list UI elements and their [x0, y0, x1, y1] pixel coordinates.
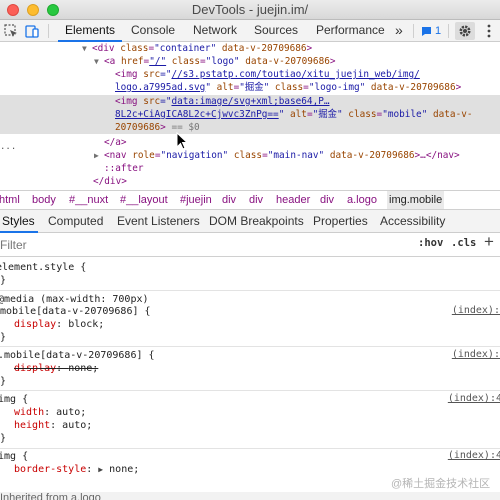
watermark-text: @稀土掘金技术社区 [391, 478, 491, 490]
tab-sources[interactable]: Sources [254, 20, 298, 42]
breadcrumb-item[interactable]: #juejin [180, 191, 212, 209]
rule-selector: img { [0, 394, 29, 405]
dom-node-img-mobile-cont[interactable]: 8L2c+CiAgICA8L2c+Cjwvc3ZnPg==" alt="掘金" … [0, 108, 500, 121]
window-titlebar: DevTools - juejin.im/ [0, 0, 500, 20]
tab-elements[interactable]: Elements [58, 20, 123, 42]
tab-performance[interactable]: Performance [316, 20, 385, 42]
rule-source-link[interactable]: (index):4 [448, 450, 500, 461]
dom-node-a-logo[interactable]: ▼ <a href="/" class="logo" data-v-2070968… [0, 55, 500, 68]
style-declaration[interactable]: height: auto; [14, 419, 92, 432]
dom-node-img-mobile-end[interactable]: 20709686> == $0 [0, 121, 500, 134]
style-rule-mobile-display-block[interactable]: @media (max-width: 700px) .mobile[data-v… [0, 291, 500, 347]
device-toolbar-icon[interactable] [24, 22, 40, 40]
breadcrumb-item[interactable]: #__nuxt [69, 191, 108, 209]
toolbar-divider [48, 24, 49, 38]
breadcrumb-item[interactable]: header [276, 191, 310, 209]
style-rule-img[interactable]: img { (index):4 width: auto; height: aut… [0, 391, 500, 449]
inherited-from-header: Inherited from a.logo [0, 492, 500, 500]
toggle-classes-button[interactable]: .cls [451, 237, 476, 249]
style-declaration[interactable]: border-style: ▶ none; [14, 463, 139, 476]
expand-shorthand-icon[interactable]: ▶ [98, 465, 103, 474]
tab-accessibility[interactable]: Accessibility [380, 210, 445, 233]
breadcrumb-item[interactable]: body [32, 191, 56, 209]
expand-arrow-icon[interactable]: ▶ [94, 149, 104, 162]
settings-gear-icon[interactable] [455, 22, 475, 40]
rule-source-link[interactable]: (index):1 [452, 305, 500, 316]
breadcrumb-item-current[interactable]: img.mobile [387, 191, 445, 209]
rule-selector: img { [0, 451, 29, 462]
styles-pane-tabs: Styles Computed Event Listeners DOM Brea… [0, 210, 500, 233]
rule-selector: .mobile[data-v-20709686] { [0, 306, 151, 317]
dom-tree: ▼ <div class="container" data-v-20709686>… [0, 43, 500, 190]
new-style-rule-button[interactable]: + [484, 232, 494, 252]
tab-computed[interactable]: Computed [48, 210, 103, 233]
rule-close-brace: } [0, 433, 7, 444]
style-rule-mobile-display-none[interactable]: .mobile[data-v-20709686] { (index):1 dis… [0, 347, 500, 391]
rule-source-link[interactable]: (index):4 [448, 393, 500, 404]
devtools-tabbar: Elements Console Network Sources Perform… [0, 20, 500, 42]
more-options-icon[interactable] [482, 22, 496, 40]
breadcrumb-item[interactable]: div [249, 191, 263, 209]
rule-selector: .mobile[data-v-20709686] { [0, 350, 155, 361]
breadcrumb: html body #__nuxt #__layout #juejin div … [0, 190, 500, 210]
dom-node-div-container[interactable]: ▼ <div class="container" data-v-20709686> [0, 43, 500, 55]
dom-node-img-mobile-selected[interactable]: <img src="data:image/svg+xml;base64,P… [0, 95, 500, 108]
toolbar-divider [448, 24, 449, 38]
issues-count: 1 [435, 25, 442, 37]
dom-node-div-close[interactable]: </div> [0, 175, 500, 188]
breadcrumb-item[interactable]: #__layout [120, 191, 168, 209]
collapse-arrow-icon[interactable]: ▼ [82, 43, 92, 55]
breadcrumb-item[interactable]: a.logo [347, 191, 377, 209]
tab-properties[interactable]: Properties [313, 210, 368, 233]
styles-filter-input[interactable] [0, 236, 320, 254]
dom-node-a-close[interactable]: </a> [0, 136, 500, 149]
tab-dom-breakpoints[interactable]: DOM Breakpoints [209, 210, 304, 233]
rule-selector: element.style { [0, 262, 87, 273]
style-declaration[interactable]: display: block; [14, 318, 104, 331]
inspect-element-icon[interactable] [3, 22, 19, 40]
tab-console[interactable]: Console [131, 20, 175, 42]
message-icon [422, 26, 431, 36]
styles-pane: element.style { } @media (max-width: 700… [0, 257, 500, 500]
tab-network[interactable]: Network [193, 20, 237, 42]
style-declaration[interactable]: width: auto; [14, 406, 86, 419]
tab-styles[interactable]: Styles [0, 210, 38, 233]
rule-source-link[interactable]: (index):1 [452, 349, 500, 360]
tab-event-listeners[interactable]: Event Listeners [117, 210, 200, 233]
toggle-hover-state-button[interactable]: :hov [418, 237, 443, 249]
collapse-arrow-icon[interactable]: ▼ [94, 55, 104, 68]
dom-node-after-pseudo[interactable]: ::after [0, 162, 500, 175]
dom-node-nav[interactable]: ▶ <nav role="navigation" class="main-nav"… [0, 149, 500, 162]
dom-node-img-logo[interactable]: <img src="//s3.pstatp.com/toutiao/xitu_j… [0, 68, 500, 81]
rule-close-brace: } [0, 332, 7, 343]
rule-close-brace: } [0, 376, 7, 387]
overridden-declaration[interactable]: display: none; [14, 362, 98, 375]
breadcrumb-item[interactable]: html [0, 191, 20, 209]
breadcrumb-item[interactable]: div [222, 191, 236, 209]
mouse-pointer-icon [176, 132, 188, 150]
rule-close-brace: } [0, 275, 7, 286]
styles-filter-bar: :hov .cls + [0, 232, 500, 257]
element-style-rule[interactable]: element.style { } [0, 257, 500, 291]
window-title: DevTools - juejin.im/ [191, 2, 309, 17]
toolbar-divider [413, 24, 414, 38]
issues-badge[interactable]: 1 [421, 23, 441, 39]
dom-node-img-logo-cont[interactable]: logo.a7995ad.svg" alt="掘金" class="logo-i… [0, 81, 500, 94]
breadcrumb-item[interactable]: div [320, 191, 334, 209]
more-tabs-button[interactable]: » [395, 20, 403, 42]
